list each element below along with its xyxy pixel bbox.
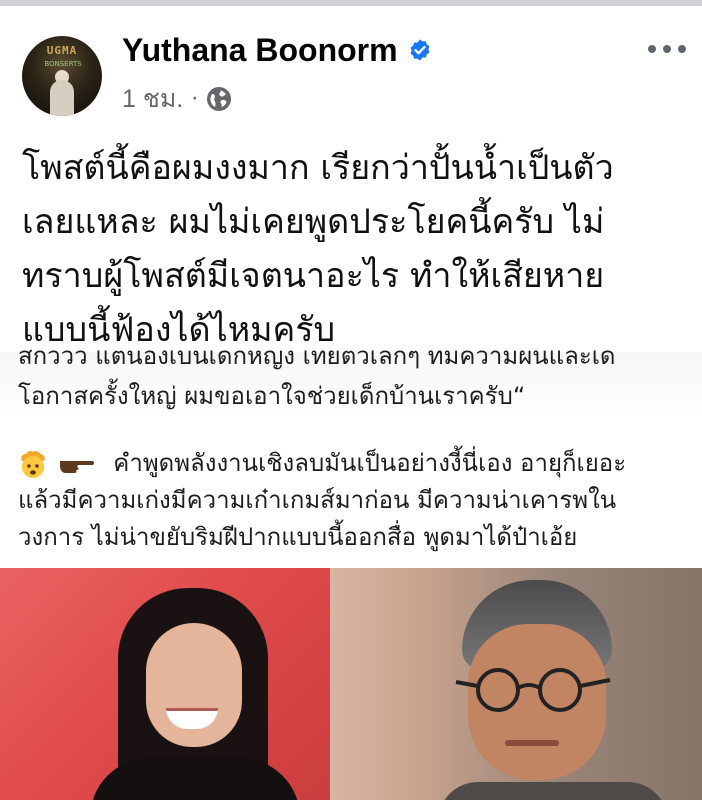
- shared-post-screenshot: สกววว แตนองเบนเดกหญง เทยตวเลกๆ ทมความผนแ…: [0, 346, 702, 568]
- post-card: UGMA BONSERTS Yuthana Boonorm 1 ชม. · โพ…: [0, 6, 702, 352]
- verified-badge-icon: [410, 39, 429, 61]
- quote-line: โอกาสครั้งใหญ่ ผมขอเอาใจช่วยเด็กบ้านเราค…: [18, 382, 526, 410]
- man-body: [438, 782, 668, 800]
- quote-text-cropped: สกววว แตนองเบนเดกหญง เทยตวเลกๆ ทมความผนแ…: [18, 346, 616, 370]
- post-photo[interactable]: [0, 568, 702, 800]
- author-name[interactable]: Yuthana Boonorm: [122, 32, 398, 69]
- man-mouth: [505, 740, 559, 746]
- quote-line-cropped: สกววว แตนองเบนเดกหญง เทยตวเลกๆ ทมความผนแ…: [18, 346, 698, 376]
- post-text-line: ทราบผู้โพสต์มีเจตนาอะไร ทำให้เสียหาย: [22, 256, 605, 296]
- more-options-icon[interactable]: [646, 40, 688, 58]
- comment-line: คำพูดพลังงานเชิงลบมันเป็นอย่างงี้นี่เอง …: [18, 445, 698, 482]
- post-text-line: โพสต์นี้คือผมงงมาก เรียกว่าปั้นน้ำเป็นตั…: [22, 148, 614, 188]
- meta-separator: ·: [191, 86, 199, 112]
- woman-body: [90, 758, 300, 800]
- author-row: Yuthana Boonorm: [122, 30, 432, 70]
- avatar-text: UGMA: [46, 44, 78, 57]
- post-text: โพสต์นี้คือผมงงมาก เรียกว่าปั้นน้ำเป็นตั…: [22, 141, 682, 357]
- man-glasses-icon: [455, 668, 611, 712]
- avatar-subtext: BONSERTS: [44, 60, 82, 68]
- shared-comment: คำพูดพลังงานเชิงลบมันเป็นอย่างงี้นี่เอง …: [18, 445, 698, 556]
- comment-line: แล้วมีความเก่งมีความเก๋าเกมส์มาก่อน มีคว…: [18, 486, 617, 514]
- avatar[interactable]: UGMA BONSERTS: [22, 36, 102, 116]
- post-meta: 1 ชม. ·: [122, 82, 232, 116]
- comment-text: คำพูดพลังงานเชิงลบมันเป็นอย่างงี้นี่เอง …: [113, 449, 627, 477]
- post-timestamp[interactable]: 1 ชม.: [122, 79, 183, 119]
- comment-line: วงการ ไม่น่าขยับริมฝีปากแบบนี้ออกสื่อ พู…: [18, 523, 578, 551]
- post-text-line: เลยแหละ ผมไม่เคยพูดประโยคนี้ครับ ไม่: [22, 202, 605, 242]
- pointing-hand-emoji-icon: [59, 461, 94, 473]
- exploding-head-emoji-icon: [21, 450, 45, 478]
- globe-icon[interactable]: [206, 86, 232, 112]
- avatar-person-body: [50, 80, 74, 116]
